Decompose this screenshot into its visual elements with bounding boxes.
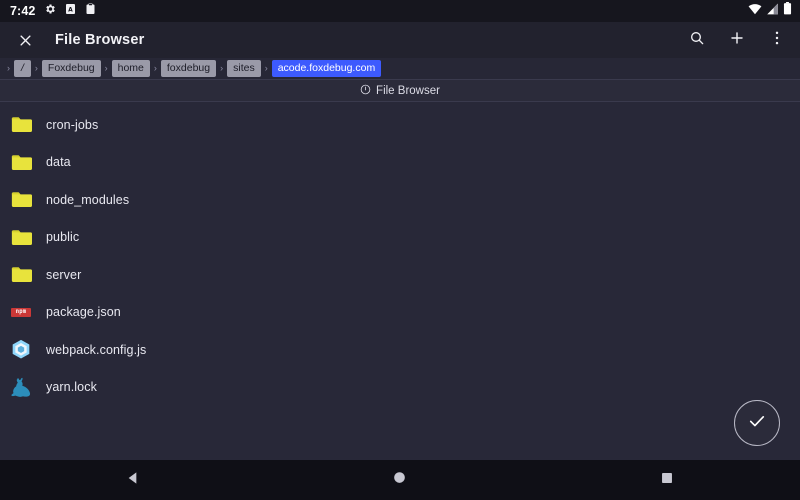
nav-home-button[interactable] bbox=[370, 460, 430, 500]
breadcrumb-separator: › bbox=[264, 64, 269, 73]
gear-icon bbox=[44, 2, 56, 20]
nav-back-button[interactable] bbox=[103, 460, 163, 500]
plus-icon bbox=[729, 30, 745, 51]
file-list-item[interactable]: public bbox=[0, 219, 800, 257]
folder-icon bbox=[10, 226, 32, 248]
folder-icon bbox=[10, 151, 32, 173]
folder-icon bbox=[10, 189, 32, 211]
file-list-item[interactable]: yarn.lock bbox=[0, 369, 800, 407]
file-list-item[interactable]: node_modules bbox=[0, 181, 800, 219]
section-subheader: File Browser bbox=[0, 80, 800, 102]
breadcrumb-item-home[interactable]: home bbox=[112, 60, 150, 78]
folder-icon bbox=[10, 264, 32, 286]
svg-text:A: A bbox=[69, 7, 74, 14]
breadcrumb-separator: › bbox=[153, 64, 158, 73]
yarn-icon bbox=[10, 376, 32, 398]
app-bar: File Browser bbox=[0, 22, 800, 58]
check-icon bbox=[747, 411, 767, 436]
file-list-item[interactable]: npm package.json bbox=[0, 294, 800, 332]
device-screen: 7:42 A bbox=[0, 0, 800, 500]
confirm-button[interactable] bbox=[734, 400, 780, 446]
file-list-item[interactable]: cron-jobs bbox=[0, 106, 800, 144]
npm-badge: npm bbox=[11, 308, 31, 317]
file-list[interactable]: cron-jobs data node_modulespublic server npm… bbox=[0, 102, 800, 460]
file-list-item[interactable]: data bbox=[0, 144, 800, 182]
file-list-item-label: package.json bbox=[46, 305, 121, 319]
breadcrumb-separator: › bbox=[6, 64, 11, 73]
file-list-item[interactable]: server bbox=[0, 256, 800, 294]
clipboard-icon bbox=[85, 2, 96, 20]
battery-icon bbox=[783, 2, 792, 20]
breadcrumb-item-foxdebug[interactable]: foxdebug bbox=[161, 60, 216, 78]
webpack-icon bbox=[10, 339, 32, 361]
breadcrumb-item-acode-foxdebug-com[interactable]: acode.foxdebug.com bbox=[272, 60, 381, 78]
back-triangle-icon bbox=[125, 470, 141, 491]
info-icon bbox=[360, 82, 371, 100]
file-list-item-label: public bbox=[46, 230, 79, 244]
breadcrumb-item-foxdebug[interactable]: Foxdebug bbox=[42, 60, 101, 78]
wifi-icon bbox=[748, 2, 762, 20]
file-list-item-label: webpack.config.js bbox=[46, 343, 146, 357]
file-list-item-label: cron-jobs bbox=[46, 118, 98, 132]
breadcrumb-separator: › bbox=[219, 64, 224, 73]
nav-recents-button[interactable] bbox=[637, 460, 697, 500]
file-list-item-label: data bbox=[46, 155, 71, 169]
breadcrumb-item-sites[interactable]: sites bbox=[227, 60, 261, 78]
add-button[interactable] bbox=[724, 27, 750, 53]
app-badge-icon: A bbox=[65, 2, 76, 20]
breadcrumb[interactable]: ›/›Foxdebug›home›foxdebug›sites›acode.fo… bbox=[0, 58, 800, 80]
breadcrumb-item--[interactable]: / bbox=[14, 60, 31, 78]
breadcrumb-separator: › bbox=[104, 64, 109, 73]
close-button[interactable] bbox=[12, 27, 38, 53]
file-list-item[interactable]: webpack.config.js bbox=[0, 331, 800, 369]
breadcrumb-separator: › bbox=[34, 64, 39, 73]
file-list-item-label: yarn.lock bbox=[46, 380, 97, 394]
status-bar-clock: 7:42 bbox=[10, 4, 35, 18]
status-bar-left: 7:42 A bbox=[10, 2, 96, 20]
overflow-menu-button[interactable] bbox=[764, 27, 790, 53]
search-button[interactable] bbox=[684, 27, 710, 53]
home-circle-icon bbox=[392, 470, 407, 490]
page-title: File Browser bbox=[55, 32, 670, 48]
status-bar-right bbox=[748, 2, 792, 20]
npm-icon: npm bbox=[10, 301, 32, 323]
file-list-item-label: node_modules bbox=[46, 193, 129, 207]
recents-square-icon bbox=[660, 471, 674, 490]
section-subheader-label: File Browser bbox=[376, 85, 440, 97]
signal-icon bbox=[766, 2, 779, 20]
more-vertical-icon bbox=[770, 30, 784, 51]
search-icon bbox=[689, 30, 705, 51]
folder-icon bbox=[10, 114, 32, 136]
file-list-item-label: server bbox=[46, 268, 81, 282]
status-bar: 7:42 A bbox=[0, 0, 800, 22]
system-navigation-bar bbox=[0, 460, 800, 500]
